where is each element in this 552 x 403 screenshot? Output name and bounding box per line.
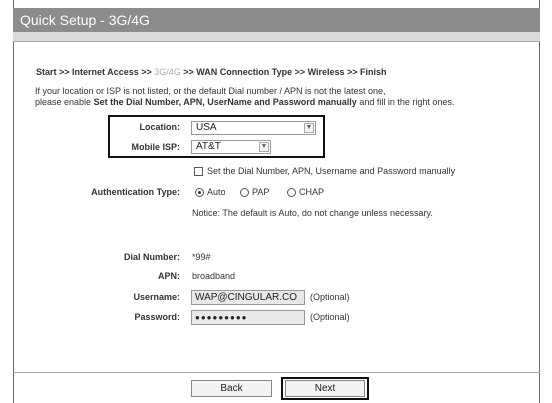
auth-type-label: Authentication Type: <box>91 187 180 197</box>
auth-radio-auto[interactable] <box>195 188 204 197</box>
dial-number-value: *99# <box>192 252 211 262</box>
page-title: Quick Setup - 3G/4G <box>13 8 540 32</box>
dial-number-label: Dial Number: <box>123 252 180 262</box>
breadcrumb-current: 3G/4G <box>154 67 181 77</box>
auth-notice: Notice: The default is Auto, do not chan… <box>192 208 433 218</box>
auth-option-chap: CHAP <box>299 187 325 197</box>
password-hint: (Optional) <box>310 312 350 322</box>
username-hint: (Optional) <box>310 292 350 302</box>
auth-option-pap: PAP <box>252 187 270 197</box>
apn-label: APN: <box>158 271 180 281</box>
footer-separator <box>13 372 540 373</box>
intro-line-2-bold: Set the Dial Number, APN, UserName and P… <box>93 97 357 107</box>
chevron-down-icon: ▼ <box>304 123 314 133</box>
apn-value: broadband <box>192 271 236 281</box>
username-label: Username: <box>133 292 180 302</box>
location-value: USA <box>196 122 217 133</box>
setup-frame <box>13 0 540 403</box>
header-separator <box>13 32 540 42</box>
intro-line-2: please enable Set the Dial Number, APN, … <box>35 97 454 108</box>
next-button[interactable]: Next <box>285 380 365 397</box>
location-label: Location: <box>139 122 181 132</box>
manual-checkbox[interactable] <box>194 167 203 176</box>
intro-line-1: If your location or ISP is not listed, o… <box>35 86 386 96</box>
auth-option-auto: Auto <box>207 187 226 197</box>
mobile-isp-label: Mobile ISP: <box>131 142 180 152</box>
mobile-isp-value: AT&T <box>196 141 221 152</box>
breadcrumb-rest: >> WAN Connection Type >> Wireless >> Fi… <box>180 67 387 77</box>
username-field[interactable]: WAP@CINGULAR.CO <box>191 290 305 305</box>
auth-radio-pap[interactable] <box>240 188 249 197</box>
breadcrumb: Start >> Internet Access >> 3G/4G >> WAN… <box>36 67 387 77</box>
location-select[interactable]: USA ▼ <box>191 121 316 135</box>
auth-radio-chap[interactable] <box>287 188 296 197</box>
password-field[interactable]: ●●●●●●●●● <box>191 310 305 325</box>
chevron-down-icon: ▼ <box>259 142 269 152</box>
mobile-isp-select[interactable]: AT&T ▼ <box>191 140 271 154</box>
breadcrumb-start: Start >> Internet Access >> <box>36 67 155 77</box>
password-label: Password: <box>134 312 180 322</box>
manual-checkbox-label: Set the Dial Number, APN, Username and P… <box>207 166 456 176</box>
intro-line-2-prefix: please enable <box>35 97 94 107</box>
intro-text: If your location or ISP is not listed, o… <box>35 86 454 108</box>
intro-line-2-suffix: and fill in the right ones. <box>356 97 455 107</box>
back-button[interactable]: Back <box>191 380 272 397</box>
